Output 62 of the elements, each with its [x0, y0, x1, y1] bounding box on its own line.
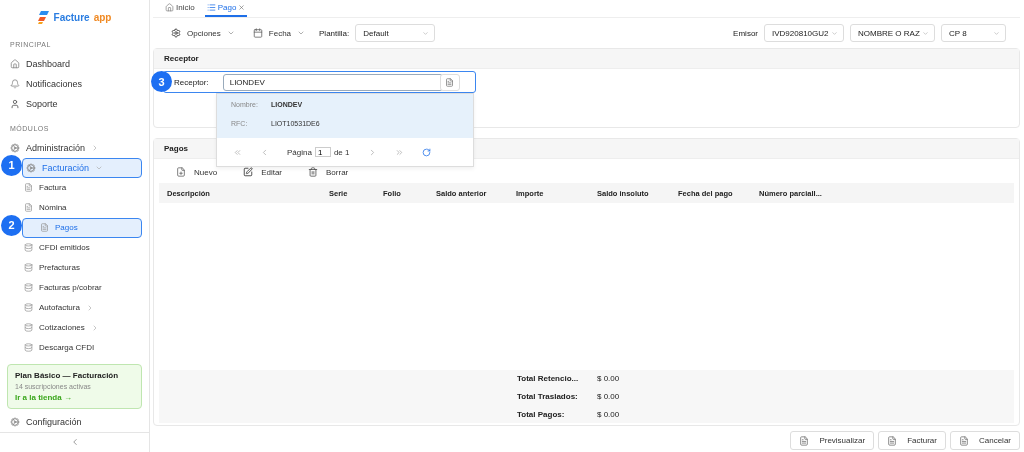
- receptor-label: Receptor:: [174, 77, 209, 87]
- sidebar-item[interactable]: Facturación: [22, 157, 142, 178]
- sidebar-item[interactable]: Factura: [7, 177, 142, 198]
- item-label: Pagos: [55, 223, 78, 233]
- panel-title: Receptor: [154, 49, 1019, 69]
- page-field[interactable]: 1: [314, 147, 331, 157]
- receptor-field[interactable]: LIONDEV: [222, 73, 443, 91]
- item-label: Factura: [39, 183, 67, 193]
- tab[interactable]: Inicio: [163, 0, 197, 17]
- step-badge: 1: [1, 154, 22, 176]
- page-label: Página: [287, 147, 312, 157]
- action-button[interactable]: Nuevo: [176, 167, 218, 177]
- issuer-select[interactable]: IVD920810GU2: [764, 24, 844, 42]
- item-label: Nómina: [39, 203, 67, 213]
- sidebar-item[interactable]: CFDI emitidos: [7, 237, 142, 258]
- total-label: Total Pagos:: [517, 410, 566, 419]
- item-label: Facturas p/cobrar: [39, 283, 102, 293]
- step-badge: 3: [151, 71, 172, 92]
- footer-button[interactable]: Cancelar: [950, 431, 1020, 450]
- sidebar-item[interactable]: Cotizaciones: [7, 317, 142, 338]
- issuer-select[interactable]: NOMBRE O RAZ: [850, 24, 935, 42]
- sidebar-item[interactable]: Descarga CFDI: [7, 337, 142, 358]
- sidebar-item[interactable]: Pagos: [22, 217, 142, 238]
- action-button[interactable]: Borrar: [308, 167, 349, 177]
- total-value: $ 0.00: [597, 374, 621, 383]
- template-label: Plantilla:: [319, 28, 350, 38]
- item-label: Dashboard: [26, 58, 71, 69]
- item-label: CFDI emitidos: [39, 243, 90, 253]
- menu-button[interactable]: Fecha: [248, 28, 314, 38]
- action-button[interactable]: Editar: [243, 167, 283, 177]
- logo-name: Facture: [53, 11, 90, 23]
- total-value: $ 0.00: [597, 392, 621, 401]
- item-label: Administración: [26, 142, 86, 153]
- sidebar-item[interactable]: Autofactura: [7, 297, 142, 318]
- tab[interactable]: Pago: [204, 0, 248, 17]
- menu-button[interactable]: Opciones: [167, 28, 243, 38]
- item-label: Soporte: [26, 98, 58, 109]
- issuer-label: Emisor: [733, 28, 758, 38]
- logo-suffix: app: [93, 11, 112, 23]
- item-label: Facturación: [42, 162, 90, 173]
- item-label: Descarga CFDI: [39, 343, 95, 353]
- step-badge: 2: [1, 214, 22, 236]
- page-count: de 1: [333, 147, 350, 157]
- item-label: Prefacturas: [39, 263, 80, 273]
- sidebar-item[interactable]: Prefacturas: [7, 257, 142, 278]
- total-label: Total Retencio...: [517, 374, 580, 383]
- plan-title: Plan Básico — Facturación: [15, 370, 120, 380]
- item-label: Autofactura: [39, 303, 80, 313]
- item-label: Configuración: [26, 417, 82, 428]
- sidebar-item[interactable]: Configuración: [7, 412, 142, 432]
- sidebar-item[interactable]: Dashboard: [7, 53, 142, 74]
- footer-button[interactable]: Facturar: [878, 431, 946, 450]
- footer-button[interactable]: Previsualizar: [790, 431, 875, 450]
- template-select[interactable]: Default: [355, 24, 436, 42]
- item-label: Cotizaciones: [39, 323, 85, 333]
- total-label: Total Traslados:: [517, 392, 579, 401]
- item-label: Notificaciones: [26, 78, 83, 89]
- sidebar-item[interactable]: Notificaciones: [7, 73, 142, 94]
- sidebar-item[interactable]: Soporte: [7, 93, 142, 114]
- sidebar-item[interactable]: Facturas p/cobrar: [7, 277, 142, 298]
- total-value: $ 0.00: [597, 410, 621, 419]
- issuer-select[interactable]: CP 8: [941, 24, 1006, 42]
